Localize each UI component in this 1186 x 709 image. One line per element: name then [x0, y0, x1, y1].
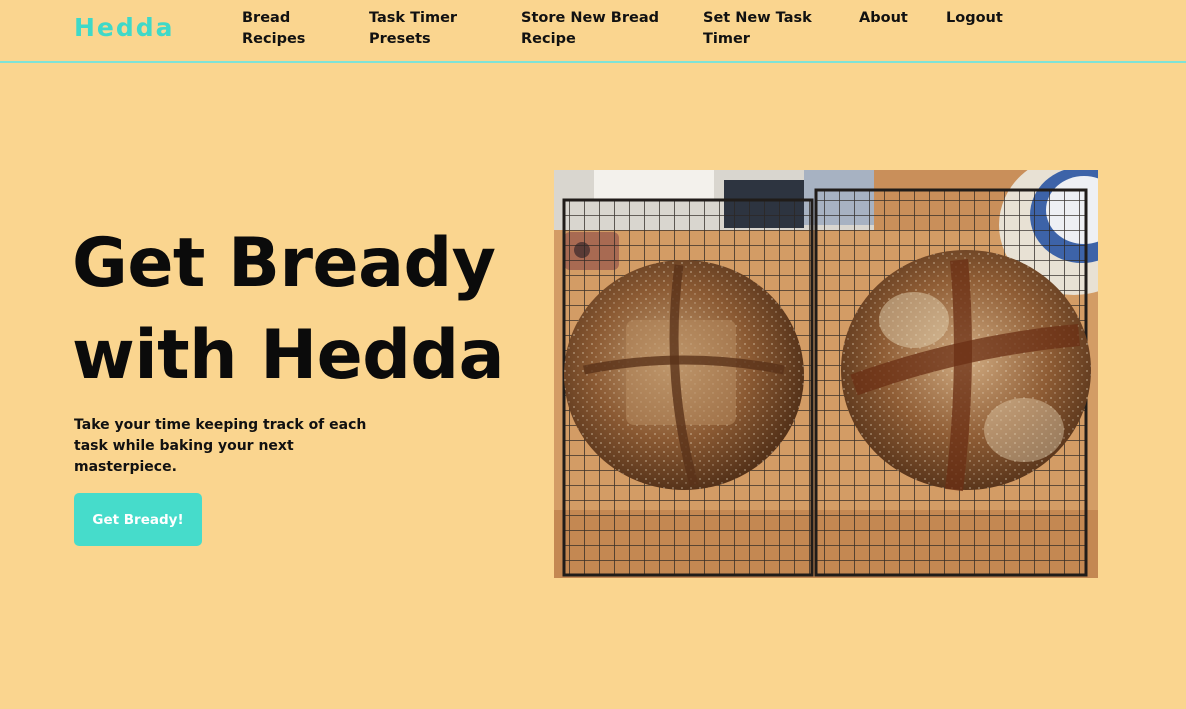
hero-subtitle: Take your time keeping track of each tas… — [74, 417, 367, 475]
nav-link-bread-recipes[interactable]: Bread Recipes — [242, 8, 332, 50]
hero-bread-photo — [554, 170, 1098, 578]
nav-link-task-timer-presets[interactable]: Task Timer Presets — [369, 8, 479, 50]
hero-title: Get Bready with Hedda — [72, 224, 505, 395]
nav-link-store-new-bread-recipe[interactable]: Store New Bread Recipe — [521, 8, 661, 50]
nav-link-about[interactable]: About — [859, 8, 919, 29]
top-navbar: Hedda Bread Recipes Task Timer Presets S… — [0, 0, 1186, 63]
brand-logo[interactable]: Hedda — [74, 13, 175, 42]
nav-link-set-new-task-timer[interactable]: Set New Task Timer — [703, 8, 818, 50]
get-bready-button[interactable]: Get Bready! — [74, 493, 202, 546]
nav-link-logout[interactable]: Logout — [946, 8, 1016, 29]
